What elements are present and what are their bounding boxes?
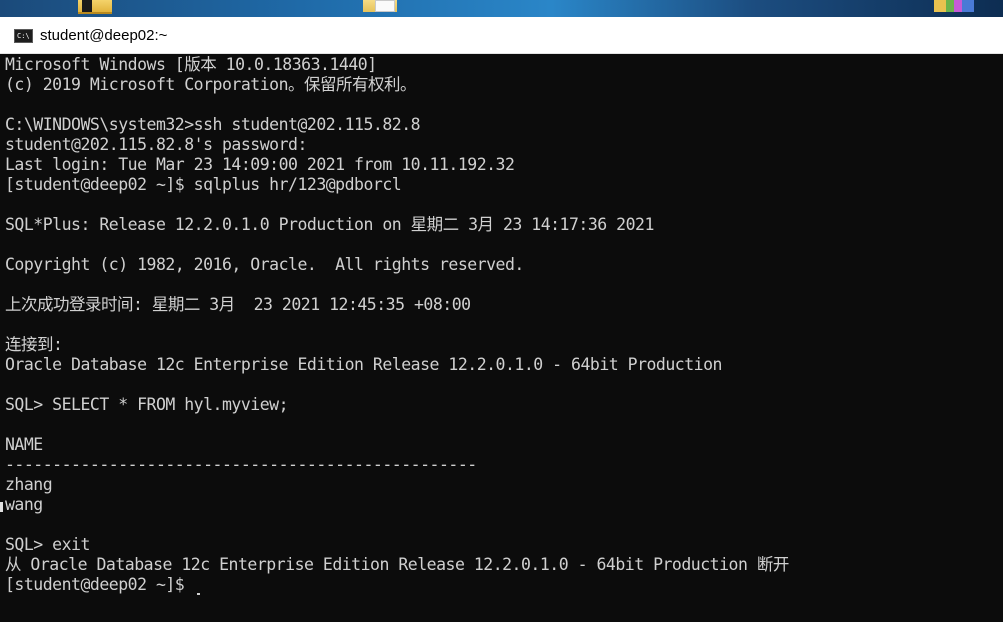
console-line: SQL*Plus: Release 12.2.0.1.0 Production … (5, 215, 654, 234)
desktop-background (0, 0, 1003, 17)
console-line: zhang (5, 475, 53, 494)
console-line: SQL> SELECT * FROM hyl.myview; (5, 395, 289, 414)
console-line: Copyright (c) 1982, 2016, Oracle. All ri… (5, 255, 524, 274)
console-line: wang (5, 495, 43, 514)
console-output[interactable]: Microsoft Windows [版本 10.0.18363.1440] (… (5, 55, 1000, 619)
console-line: 上次成功登录时间: 星期二 3月 23 2021 12:45:35 +08:00 (5, 295, 471, 314)
title-bar[interactable]: C:\ student@deep02:~ (0, 17, 1003, 54)
console-line: ----------------------------------------… (5, 455, 477, 474)
window-edge-marker (0, 502, 3, 512)
console-line: 从 Oracle Database 12c Enterprise Edition… (5, 555, 789, 574)
console-line: C:\WINDOWS\system32>ssh student@202.115.… (5, 115, 421, 134)
text-cursor (197, 593, 200, 595)
console-line: Last login: Tue Mar 23 14:09:00 2021 fro… (5, 155, 515, 174)
window-title: student@deep02:~ (40, 27, 168, 44)
app-icon[interactable] (934, 0, 974, 12)
console-line: (c) 2019 Microsoft Corporation。保留所有权利。 (5, 75, 417, 94)
console-line: Microsoft Windows [版本 10.0.18363.1440] (5, 55, 377, 74)
terminal-window[interactable]: C:\ student@deep02:~ Microsoft Windows [… (0, 17, 1003, 622)
console-line: Oracle Database 12c Enterprise Edition R… (5, 355, 722, 374)
console-line: SQL> exit (5, 535, 90, 554)
console-line: NAME (5, 435, 43, 454)
console-line: student@202.115.82.8's password: (5, 135, 307, 154)
folder-icon[interactable] (363, 0, 397, 12)
console-icon[interactable]: C:\ (14, 29, 33, 43)
folder-icon[interactable] (78, 0, 112, 14)
console-line: 连接到: (5, 335, 63, 354)
console-line: [student@deep02 ~]$ (5, 575, 185, 594)
console-line: [student@deep02 ~]$ sqlplus hr/123@pdbor… (5, 175, 402, 194)
